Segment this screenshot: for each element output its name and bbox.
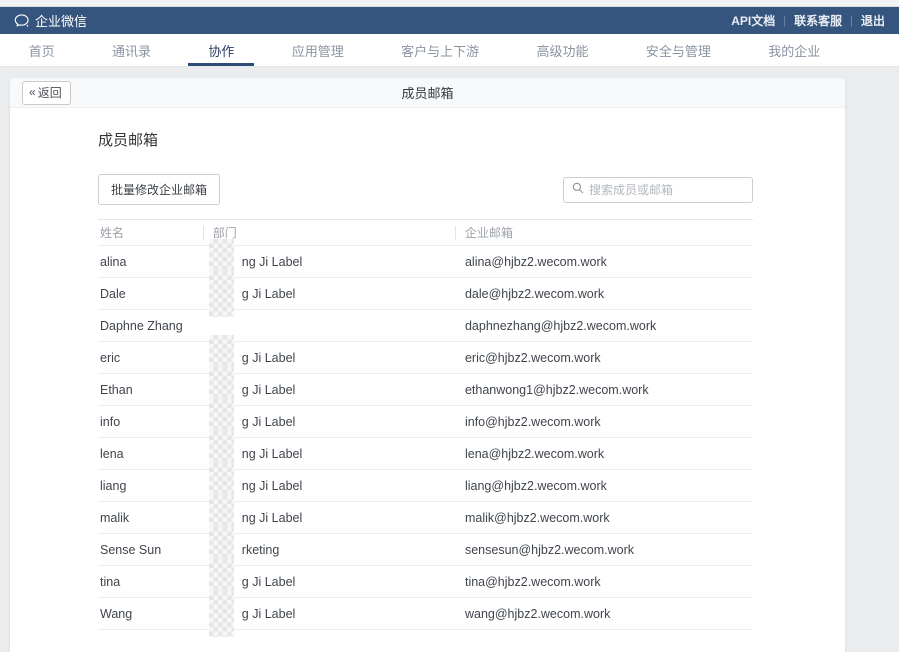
member-name: Ethan (98, 374, 203, 406)
table-row: liang ng Ji Label liang@hjbz2.wecom.work (98, 470, 753, 502)
member-department: g Ji Label (203, 598, 455, 630)
toolbar: 批量修改企业邮箱 (98, 174, 753, 205)
member-email: dale@hjbz2.wecom.work (455, 278, 753, 310)
member-department: ng Ji Label (203, 502, 455, 534)
search-input[interactable] (589, 183, 744, 197)
contact-support-link[interactable]: 联系客服 (794, 12, 842, 29)
card-header: « 返回 成员邮箱 (10, 78, 845, 108)
chevron-left-icon: « (29, 85, 36, 99)
link-separator: | (850, 15, 853, 27)
department-text: g Ji Label (242, 287, 296, 301)
nav-item-apps[interactable]: 应用管理 (286, 34, 350, 66)
main-nav: 首页 通讯录 协作 应用管理 客户与上下游 高级功能 安全与管理 我的企业 (0, 34, 899, 67)
member-department: g Ji Label (203, 406, 455, 438)
browser-top-strip (0, 0, 899, 7)
nav-item-home[interactable]: 首页 (23, 34, 61, 66)
member-department: rketing (203, 534, 455, 566)
member-name: tina (98, 566, 203, 598)
member-name: liang (98, 470, 203, 502)
search-icon (572, 181, 584, 199)
department-text: ng Ji Label (242, 511, 302, 525)
bulk-edit-email-button[interactable]: 批量修改企业邮箱 (98, 174, 220, 205)
department-text: g Ji Label (242, 351, 296, 365)
department-text: ng Ji Label (242, 255, 302, 269)
member-email: liang@hjbz2.wecom.work (455, 470, 753, 502)
member-email: sensesun@hjbz2.wecom.work (455, 534, 753, 566)
department-text: g Ji Label (242, 383, 296, 397)
search-box[interactable] (563, 177, 753, 203)
back-button[interactable]: « 返回 (22, 81, 71, 105)
department-text: rketing (242, 543, 280, 557)
member-name: lena (98, 438, 203, 470)
redaction-mosaic (209, 271, 234, 317)
member-department: g Ji Label (203, 566, 455, 598)
api-docs-link[interactable]: API文档 (731, 12, 775, 29)
member-name: eric (98, 342, 203, 374)
table-row: Sense Sun rketing sensesun@hjbz2.wecom.w… (98, 534, 753, 566)
department-text: g Ji Label (242, 415, 296, 429)
member-name: Wang (98, 598, 203, 630)
table-header-row: 姓名 部门 企业邮箱 (98, 220, 753, 246)
table-row: tina g Ji Label tina@hjbz2.wecom.work (98, 566, 753, 598)
member-email: daphnezhang@hjbz2.wecom.work (455, 310, 753, 342)
section-title: 成员邮箱 (98, 108, 753, 150)
table-row: Ethan g Ji Label ethanwong1@hjbz2.wecom.… (98, 374, 753, 406)
wecom-logo[interactable]: 企业微信 (14, 11, 87, 30)
department-text: ng Ji Label (242, 479, 302, 493)
back-button-label: 返回 (38, 84, 62, 101)
member-email: info@hjbz2.wecom.work (455, 406, 753, 438)
table-row: malik ng Ji Label malik@hjbz2.wecom.work (98, 502, 753, 534)
department-text: g Ji Label (242, 575, 296, 589)
nav-item-customers[interactable]: 客户与上下游 (395, 34, 485, 66)
member-email: eric@hjbz2.wecom.work (455, 342, 753, 374)
card-body: 成员邮箱 批量修改企业邮箱 姓名 部门 企业邮箱 (10, 108, 845, 652)
member-email: wang@hjbz2.wecom.work (455, 598, 753, 630)
table-row: lena ng Ji Label lena@hjbz2.wecom.work (98, 438, 753, 470)
member-department: ng Ji Label (203, 438, 455, 470)
nav-item-contacts[interactable]: 通讯录 (106, 34, 157, 66)
member-department: g Ji Label (203, 374, 455, 406)
table-row: info g Ji Label info@hjbz2.wecom.work (98, 406, 753, 438)
redaction-mosaic (209, 591, 234, 637)
table-row: Wang g Ji Label wang@hjbz2.wecom.work (98, 598, 753, 630)
member-email: ethanwong1@hjbz2.wecom.work (455, 374, 753, 406)
member-department: g Ji Label (203, 342, 455, 374)
nav-item-my-company[interactable]: 我的企业 (762, 34, 826, 66)
member-department: g Ji Label (203, 278, 455, 310)
member-email: malik@hjbz2.wecom.work (455, 502, 753, 534)
member-email: tina@hjbz2.wecom.work (455, 566, 753, 598)
member-email-table: 姓名 部门 企业邮箱 alina ng Ji Label alina@hjbz2… (98, 219, 753, 630)
page-title: 成员邮箱 (10, 83, 845, 102)
member-name: malik (98, 502, 203, 534)
link-separator: | (783, 15, 786, 27)
member-department: ng Ji Label (203, 246, 455, 278)
table-row: alina ng Ji Label alina@hjbz2.wecom.work (98, 246, 753, 278)
member-department (203, 310, 455, 342)
chat-bubble-icon (14, 14, 30, 28)
member-name: Daphne Zhang (98, 310, 203, 342)
member-name: Sense Sun (98, 534, 203, 566)
logout-link[interactable]: 退出 (861, 12, 885, 29)
member-email: alina@hjbz2.wecom.work (455, 246, 753, 278)
member-name: info (98, 406, 203, 438)
table-row: Daphne Zhang daphnezhang@hjbz2.wecom.wor… (98, 310, 753, 342)
department-text: g Ji Label (242, 607, 296, 621)
member-name: alina (98, 246, 203, 278)
topbar: 企业微信 API文档 | 联系客服 | 退出 (0, 7, 899, 34)
member-department: ng Ji Label (203, 470, 455, 502)
nav-item-collaboration[interactable]: 协作 (202, 34, 240, 66)
department-text: ng Ji Label (242, 447, 302, 461)
table-row: Dale g Ji Label dale@hjbz2.wecom.work (98, 278, 753, 310)
column-header-email: 企业邮箱 (455, 220, 753, 246)
nav-item-security[interactable]: 安全与管理 (640, 34, 717, 66)
topbar-links: API文档 | 联系客服 | 退出 (731, 12, 885, 29)
nav-item-advanced[interactable]: 高级功能 (531, 34, 595, 66)
table-row: eric g Ji Label eric@hjbz2.wecom.work (98, 342, 753, 374)
member-email: lena@hjbz2.wecom.work (455, 438, 753, 470)
column-header-name: 姓名 (98, 220, 203, 246)
member-name: Dale (98, 278, 203, 310)
brand-name: 企业微信 (35, 11, 87, 30)
column-header-department: 部门 (203, 220, 455, 246)
member-email-card: « 返回 成员邮箱 成员邮箱 批量修改企业邮箱 姓名 (10, 78, 845, 652)
